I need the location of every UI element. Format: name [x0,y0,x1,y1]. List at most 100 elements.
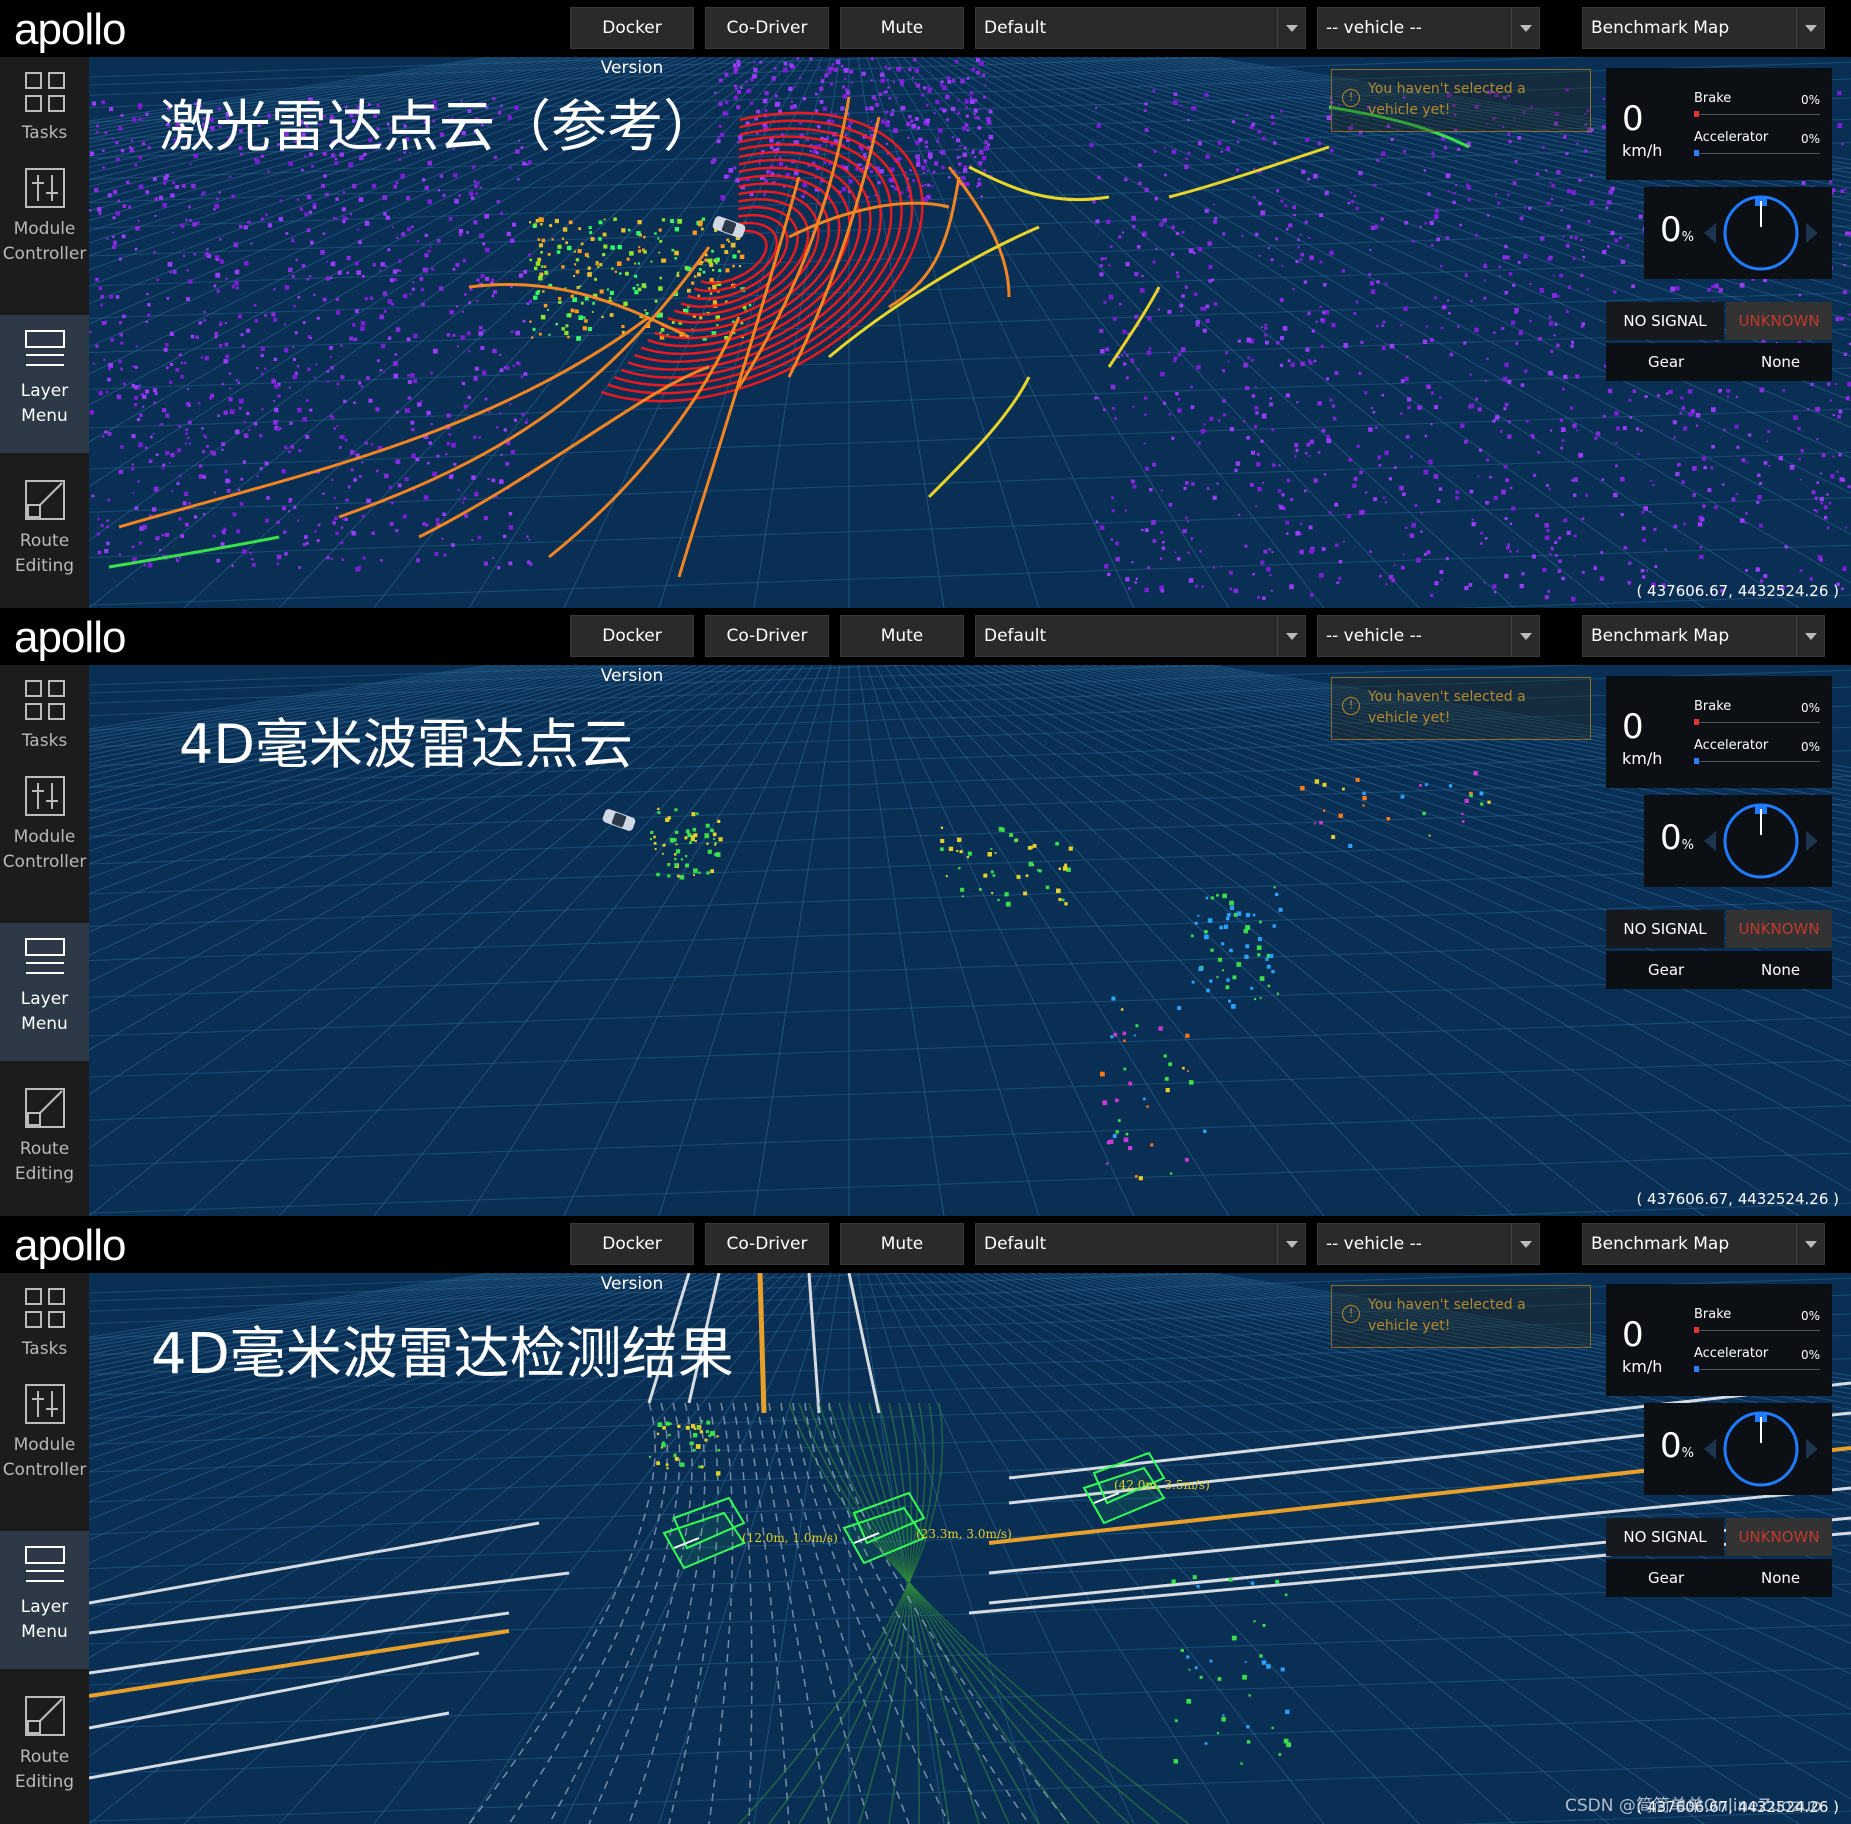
point [1223,924,1229,929]
point [1365,491,1368,494]
mute-button[interactable]: Mute [840,615,964,657]
mute-button[interactable]: Mute [840,7,964,49]
point [1136,368,1140,371]
point [122,204,127,208]
point [223,359,228,364]
sidebar-item-layer-menu[interactable]: Layer Menu [0,315,89,453]
sidebar-item-route-editing[interactable]: Route Editing [0,1073,89,1211]
point [967,851,972,856]
point [505,366,510,370]
point [1466,183,1469,187]
vehicle-select[interactable]: -- vehicle -- [1317,1223,1540,1265]
point [134,385,139,390]
point [657,1422,663,1427]
point [1164,173,1167,177]
point [454,198,459,204]
point [479,234,484,238]
sidebar-item-module-controller[interactable]: Module Controller [0,1369,89,1507]
point [1304,220,1308,224]
point [733,63,737,68]
sidebar-item-route-editing[interactable]: Route Editing [0,1681,89,1819]
point [371,183,377,189]
map-select[interactable]: Benchmark Map [1582,7,1825,49]
point [326,555,330,560]
vehicle-select[interactable]: -- vehicle -- [1317,615,1540,657]
radar-right-points [1191,886,1283,1009]
point [1483,296,1487,300]
point [676,293,679,296]
point [1554,322,1558,326]
lidar-left-cluster [89,97,533,572]
speed-panel: 0 km/h Brake 0% Accelerator 0% [1606,68,1832,180]
sidebar-item-route-editing[interactable]: Route Editing [0,465,89,603]
point [1837,91,1842,96]
point [1504,362,1509,368]
sidebar-item-layer-menu[interactable]: Layer Menu [0,923,89,1061]
point [1016,874,1021,879]
mute-button[interactable]: Mute [840,1223,964,1265]
point [1670,286,1676,292]
mode-select[interactable]: Default [975,1223,1306,1265]
docker-version-button[interactable]: Docker Version [570,7,694,78]
map-select[interactable]: Benchmark Map [1582,1223,1825,1265]
point [301,168,304,172]
point [1108,1139,1114,1145]
point [1542,567,1547,573]
point [119,333,123,337]
point [252,563,256,567]
point [945,94,950,100]
point [1449,352,1454,357]
sidebar-item-module-controller[interactable]: Module Controller [0,153,89,291]
point [976,70,981,75]
point [390,501,394,505]
docker-version-button[interactable]: Docker Version [570,615,694,686]
point [413,333,418,338]
point [364,221,370,226]
point [1424,435,1427,438]
point [947,80,952,84]
point [717,819,721,823]
point [1111,509,1115,513]
sidebar-item-layer-menu[interactable]: Layer Menu [0,1531,89,1669]
point [736,105,741,110]
point [1161,546,1166,550]
point [1314,173,1318,178]
point [1800,448,1804,453]
point [1489,475,1492,479]
mode-select[interactable]: Default [975,7,1306,49]
point [669,837,675,843]
point [1134,271,1139,277]
point [147,146,151,150]
point [1280,109,1283,113]
scene-3d[interactable]: 4D毫米波雷达点云 [89,665,1851,1216]
point [1507,132,1511,136]
map-select[interactable]: Benchmark Map [1582,615,1825,657]
point [152,432,155,435]
sliders-icon [24,1384,65,1424]
scene-3d[interactable]: 激光雷达点云（参考） [89,57,1851,608]
point [271,312,276,317]
grid-line [753,665,841,1216]
chevron-down-icon [1511,1224,1539,1264]
point [1843,290,1847,295]
vehicle-warning: ! You haven't selected a vehicle yet! [1331,1285,1591,1348]
grid-line [875,665,1135,1216]
point [575,270,580,274]
vehicle-select[interactable]: -- vehicle -- [1317,7,1540,49]
docker-version-button[interactable]: Docker Version [570,1223,694,1294]
point [599,263,603,267]
top-bar: apollo Docker Version Co-Driver Mute Def… [0,0,1851,78]
scene-3d[interactable]: 4D毫米波雷达检测结果 (12.0m, 1.0m/s) (23.3m, 3.0m/… [89,1273,1851,1824]
co-driver-button[interactable]: Co-Driver [705,1223,829,1265]
map-coordinates: ( 437606.67, 4432524.26 ) [1636,1190,1839,1208]
point [1168,413,1171,416]
mode-select[interactable]: Default [975,615,1306,657]
co-driver-button[interactable]: Co-Driver [705,615,829,657]
point [1841,142,1844,146]
point [677,874,680,878]
point [1610,231,1615,236]
co-driver-button[interactable]: Co-Driver [705,7,829,49]
sidebar-item-module-controller[interactable]: Module Controller [0,761,89,899]
point [362,274,365,278]
point [1204,92,1209,97]
